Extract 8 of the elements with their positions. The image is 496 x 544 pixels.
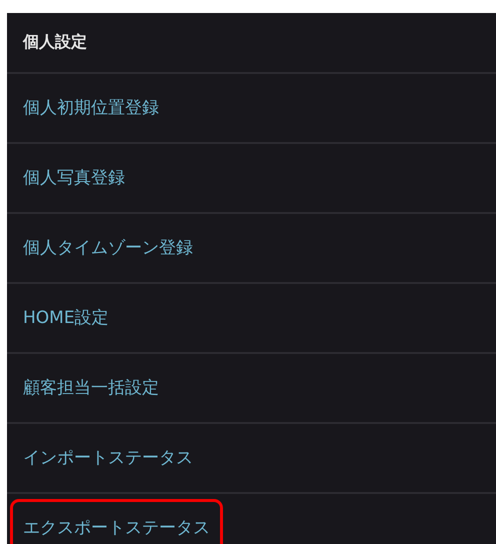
menu-item[interactable]: 個人タイムゾーン登録 <box>10 218 206 278</box>
menu-item[interactable]: 個人初期位置登録 <box>10 78 172 138</box>
menu-item[interactable]: エクスポートステータス <box>10 498 223 544</box>
menu-item[interactable]: HOME設定 <box>10 288 122 348</box>
menu-item[interactable]: 個人写真登録 <box>10 148 138 208</box>
menu-title: 個人設定 <box>23 32 87 53</box>
menu-item[interactable]: インポートステータス <box>10 428 206 488</box>
menu-item[interactable]: 顧客担当一括設定 <box>10 358 172 418</box>
